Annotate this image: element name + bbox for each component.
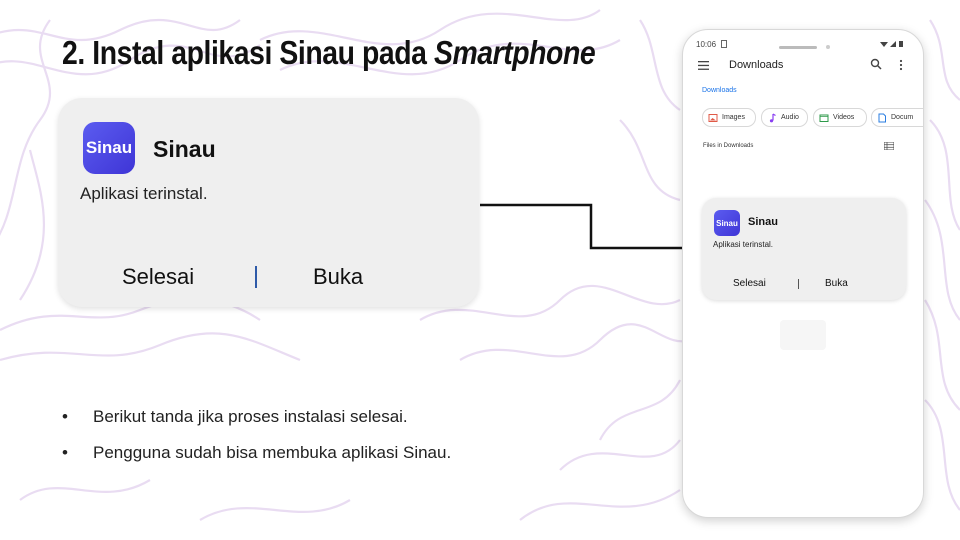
hamburger-icon[interactable]	[698, 61, 709, 70]
image-icon	[708, 113, 718, 122]
appbar-title: Downloads	[729, 59, 784, 71]
status-time: 10:06	[696, 40, 717, 49]
sinau-app-icon: Sinau	[714, 210, 740, 236]
bullet-item: Berikut tanda jika proses instalasi sele…	[62, 404, 451, 440]
files-app-bar: Downloads	[683, 54, 923, 78]
section-label: Files in Downloads	[703, 143, 754, 149]
done-button[interactable]: Selesai	[733, 278, 766, 289]
chip-label: Audio	[781, 114, 799, 121]
more-vert-icon[interactable]	[898, 59, 904, 71]
phone-camera	[826, 45, 830, 49]
chip-videos[interactable]: Videos	[813, 108, 867, 127]
chip-label: Docum	[891, 114, 914, 121]
chip-documents[interactable]: Docum	[871, 108, 923, 127]
sim-icon	[721, 40, 727, 48]
button-separator	[798, 279, 799, 289]
open-button[interactable]: Buka	[825, 278, 848, 289]
phone-mockup: 10:06 Downloads Downloads Images Audio V…	[682, 29, 924, 518]
install-complete-dialog: Sinau Sinau Aplikasi terinstal. Selesai …	[702, 198, 906, 300]
chip-images[interactable]: Images	[702, 108, 756, 127]
app-name: Sinau	[748, 216, 778, 228]
chip-label: Images	[722, 114, 745, 121]
list-view-icon[interactable]	[884, 142, 894, 150]
chip-audio[interactable]: Audio	[761, 108, 808, 127]
signal-battery-icon	[880, 41, 903, 47]
faded-placeholder	[780, 320, 826, 350]
music-note-icon	[769, 112, 776, 122]
bullet-list: Berikut tanda jika proses instalasi sele…	[62, 404, 451, 476]
phone-status-bar: 10:06	[683, 38, 923, 52]
install-status-text: Aplikasi terinstal.	[713, 240, 774, 249]
breadcrumb[interactable]: Downloads	[702, 87, 737, 94]
document-icon	[878, 113, 886, 122]
video-icon	[819, 114, 829, 122]
bullet-item: Pengguna sudah bisa membuka aplikasi Sin…	[62, 440, 451, 476]
search-icon[interactable]	[870, 58, 882, 70]
phone-speaker	[779, 46, 817, 49]
chip-label: Videos	[833, 114, 855, 121]
